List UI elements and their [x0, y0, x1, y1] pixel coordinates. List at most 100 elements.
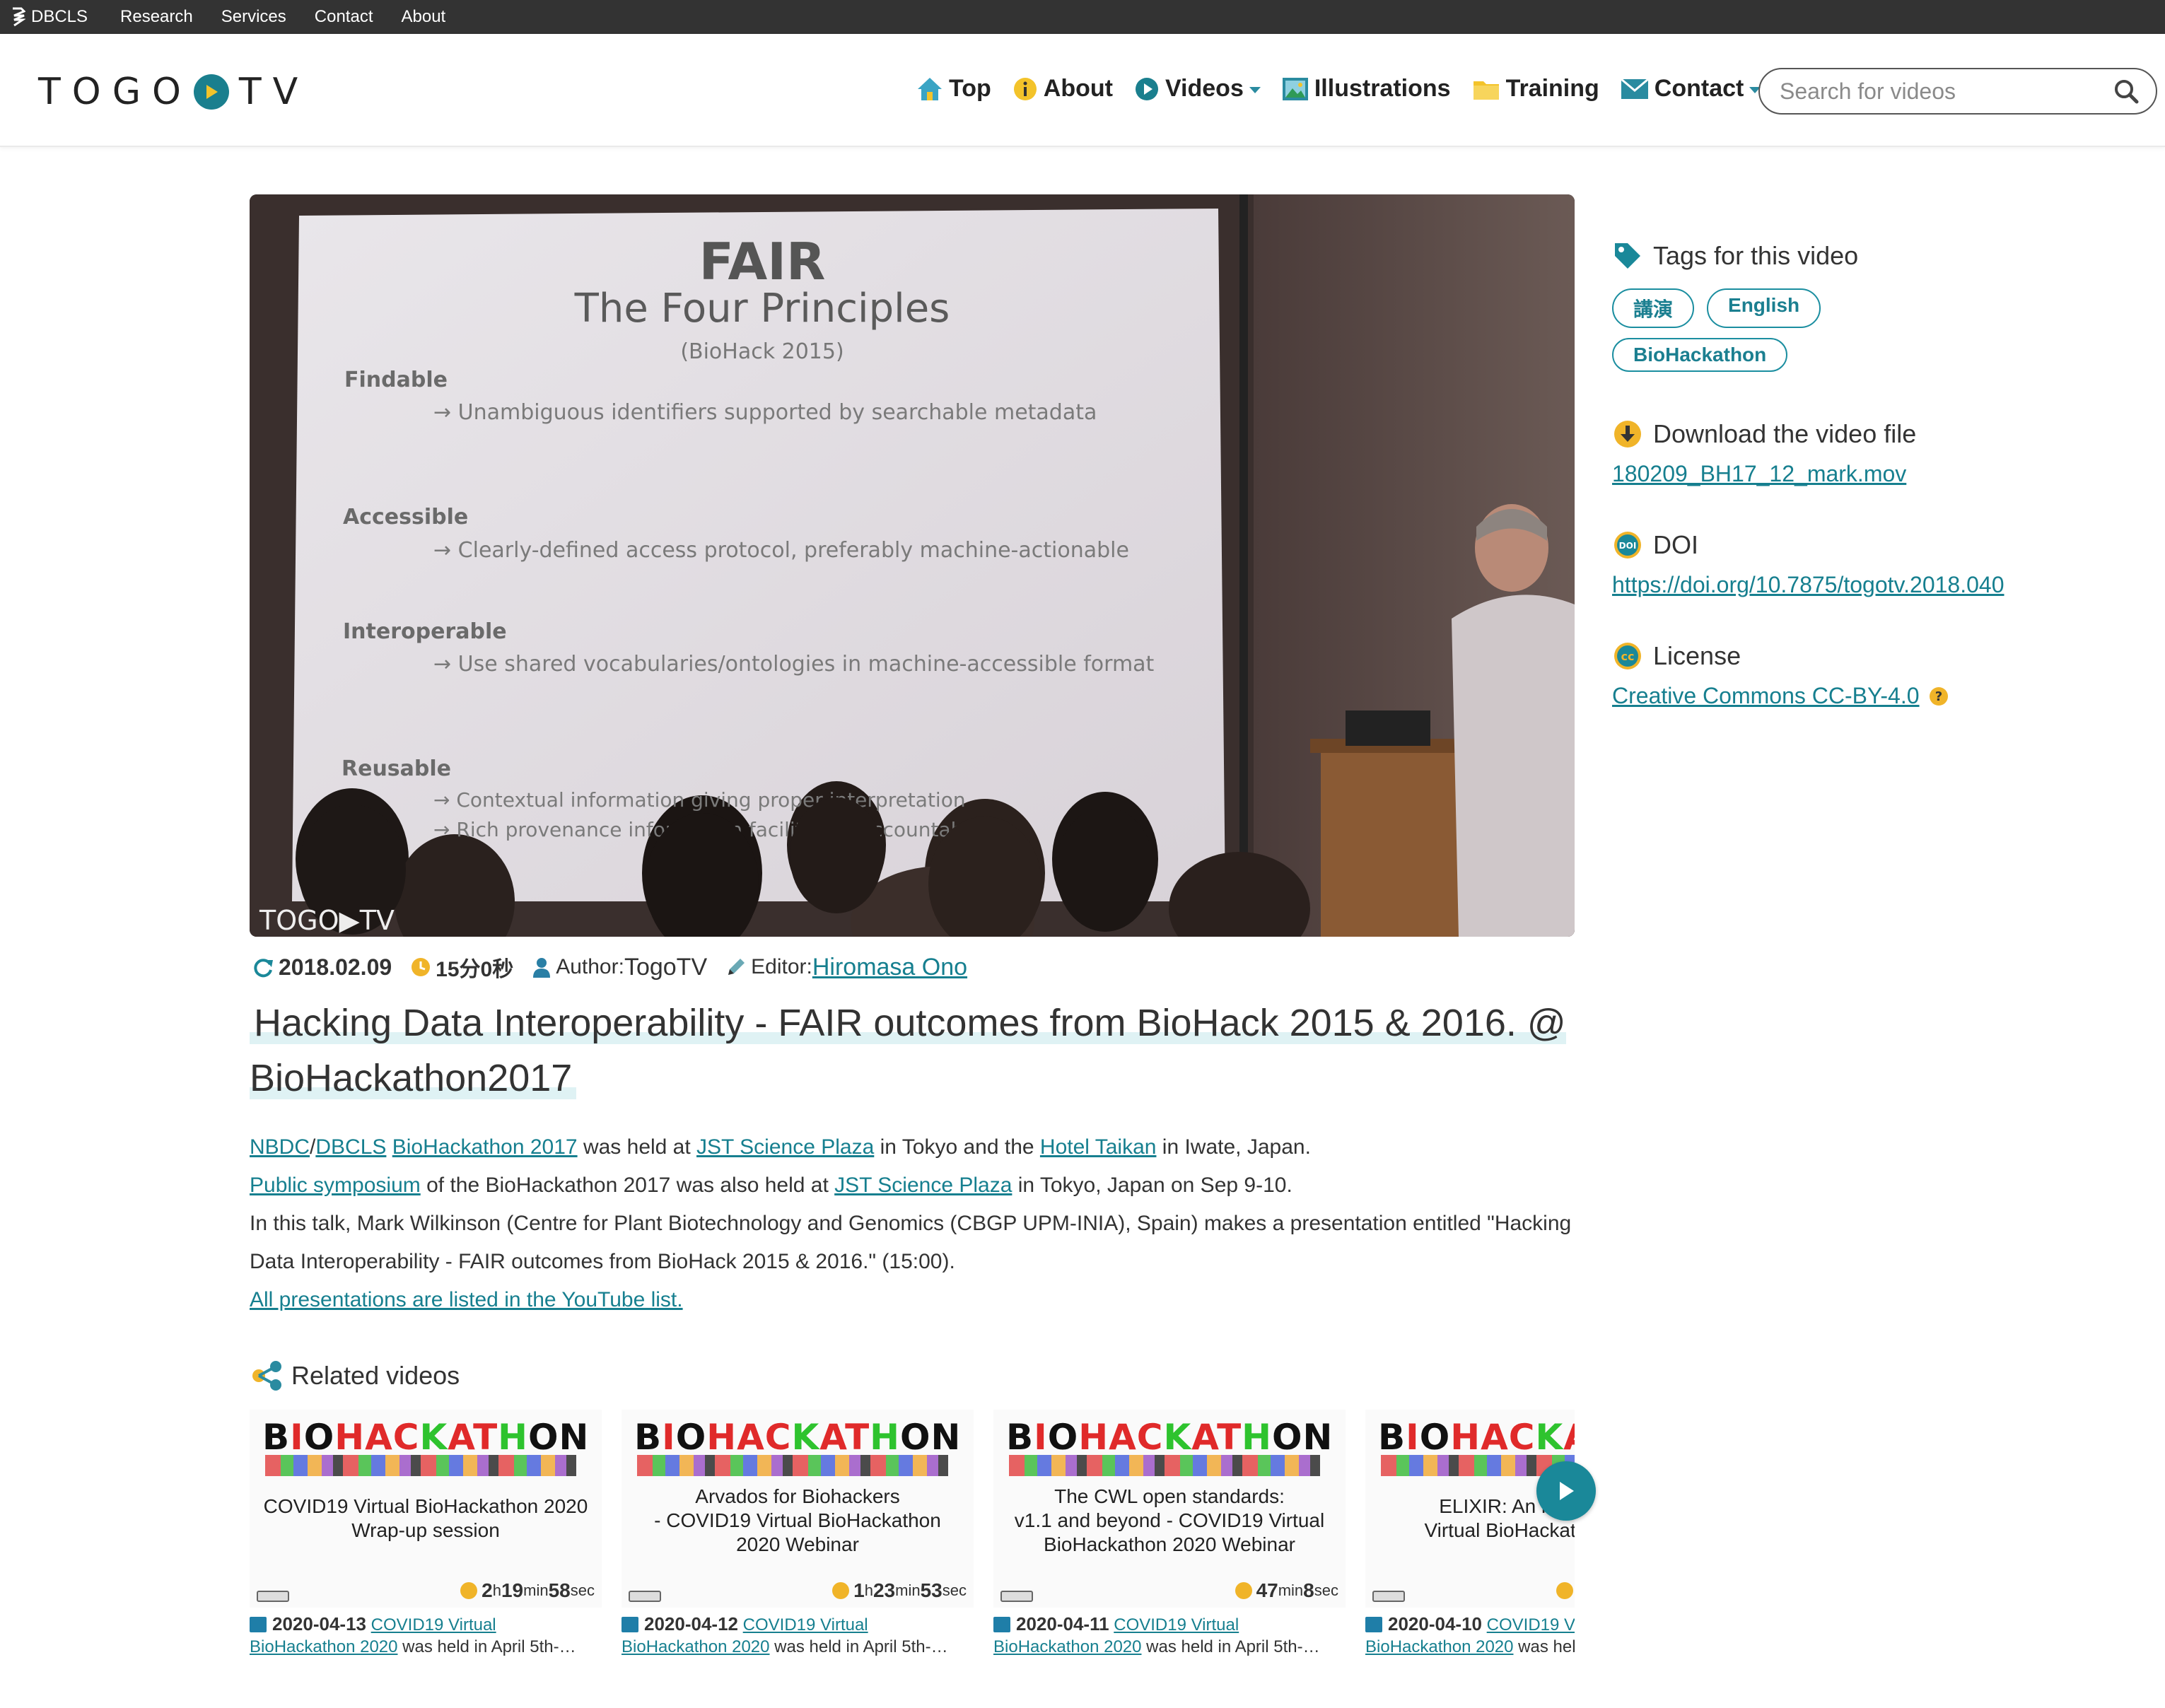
meta-author: Author: TogoTV	[532, 954, 707, 981]
related-summary: was held in April 5th-…	[1141, 1637, 1320, 1656]
togotv-logo[interactable]: TOGO TV	[38, 71, 309, 113]
topbar-about-link[interactable]: About	[402, 7, 446, 27]
slide-p1-name: Findable	[344, 368, 448, 392]
clock-icon	[1556, 1582, 1573, 1599]
nav-top-label: Top	[949, 75, 991, 102]
related-video-card[interactable]: BIOHACKATHON The CWL open standards: v1.…	[993, 1410, 1346, 1657]
caption-line: Arvados for Biohackers	[695, 1485, 900, 1507]
help-icon[interactable]: ?	[1928, 686, 1949, 707]
video-player[interactable]: FAIR The Four Principles (BioHack 2015) …	[250, 194, 1575, 937]
related-thumbnail[interactable]: BIOHACKATHON COVID19 Virtual BioHackatho…	[250, 1410, 602, 1608]
related-duration: 3	[1556, 1579, 1575, 1602]
related-event-link[interactable]: COVID19 V	[1487, 1615, 1575, 1634]
biohackathon-2017-link[interactable]: BioHackathon 2017	[392, 1135, 578, 1159]
cc-license-badge-icon	[629, 1591, 661, 1602]
slide-source: (BioHack 2015)	[680, 339, 844, 364]
license-heading-text: License	[1653, 641, 1741, 670]
desc-text-1: was held at	[577, 1135, 697, 1159]
slide-title: FAIR	[699, 232, 826, 291]
refresh-icon	[254, 959, 273, 978]
doi-heading-text: DOI	[1653, 530, 1699, 559]
nav-about[interactable]: About	[1013, 75, 1113, 103]
video-sidebar: Tags for this video 講演 English BioHackat…	[1612, 240, 2149, 709]
biohackathon-logo: BIOHACKATHON	[634, 1417, 962, 1458]
dbcls-link[interactable]: DBCLS	[315, 1135, 386, 1159]
related-videos-title: Related videos	[291, 1361, 460, 1390]
public-symposium-link[interactable]: Public symposium	[250, 1174, 421, 1197]
related-date: 2020-04-11	[1016, 1613, 1109, 1634]
related-thumbnail[interactable]: BIOHACKATHON Arvados for Biohackers - CO…	[622, 1410, 974, 1608]
related-meta: 2020-04-13 COVID19 Virtual BioHackathon …	[250, 1613, 602, 1657]
play-circle-icon	[1135, 77, 1158, 100]
clock-icon	[460, 1582, 478, 1599]
download-icon	[1614, 421, 1641, 448]
related-thumbnail[interactable]: BIOHACKATHON The CWL open standards: v1.…	[993, 1410, 1346, 1608]
logo-play-icon	[193, 74, 229, 110]
related-event-link[interactable]: COVID19 Virtual	[371, 1615, 496, 1634]
video-meta: 2018.02.09 15分0秒 Author: TogoTV Editor: …	[252, 952, 986, 983]
nbdc-link[interactable]: NBDC	[250, 1135, 310, 1159]
editor-link[interactable]: Hiromasa Ono	[812, 954, 967, 981]
hotel-taikan-link[interactable]: Hotel Taikan	[1040, 1135, 1157, 1159]
video-description: NBDC/DBCLS BioHackathon 2017 was held at…	[250, 1128, 1579, 1319]
dur-seconds: 8	[1303, 1579, 1314, 1601]
tag-english[interactable]: English	[1707, 288, 1821, 328]
related-event-link-2[interactable]: BioHackathon 2020	[993, 1637, 1141, 1656]
nav-training[interactable]: Training	[1472, 75, 1599, 103]
envelope-icon	[1620, 78, 1649, 99]
related-event-link[interactable]: COVID19 Virtual	[743, 1615, 868, 1634]
svg-text:?: ?	[1935, 689, 1942, 704]
video-title: Hacking Data Interoperability - FAIR out…	[250, 995, 1572, 1106]
related-event-link-2[interactable]: BioHackathon 2020	[1365, 1637, 1513, 1656]
license-link[interactable]: Creative Commons CC-BY-4.0	[1612, 683, 1920, 709]
related-event-link[interactable]: COVID19 Virtual	[1114, 1615, 1239, 1634]
desc-text-3: in Iwate, Japan.	[1156, 1135, 1311, 1159]
download-section: Download the video file 180209_BH17_12_m…	[1612, 419, 2149, 487]
topbar-research-link[interactable]: Research	[120, 7, 193, 27]
related-event-link-2[interactable]: BioHackathon 2020	[622, 1637, 769, 1656]
topbar-services-link[interactable]: Services	[221, 7, 286, 27]
nav-contact-label: Contact	[1654, 75, 1744, 102]
search-input[interactable]	[1780, 78, 2113, 105]
related-event-link-2[interactable]: BioHackathon 2020	[250, 1637, 397, 1656]
search-icon[interactable]	[2113, 78, 2139, 104]
cc-license-badge-icon	[1000, 1591, 1033, 1602]
related-summary: was held in April 5th-…	[397, 1637, 576, 1656]
related-summary: was held in April 5th-…	[769, 1637, 948, 1656]
tag-lecture[interactable]: 講演	[1612, 288, 1695, 328]
nav-contact[interactable]: Contact	[1620, 75, 1761, 103]
desc-line-3: In this talk, Mark Wilkinson (Centre for…	[250, 1212, 1572, 1273]
related-video-card[interactable]: BIOHACKATHON ELIXIR: An introduction Vir…	[1365, 1410, 1575, 1657]
carousel-next-button[interactable]	[1536, 1461, 1596, 1521]
nav-illustrations[interactable]: Illustrations	[1282, 75, 1451, 103]
caption-line: v1.1 and beyond - COVID19 Virtual	[1014, 1509, 1325, 1531]
slide-p4-name: Reusable	[342, 756, 451, 781]
download-file-link[interactable]: 180209_BH17_12_mark.mov	[1612, 461, 1906, 487]
doi-link[interactable]: https://doi.org/10.7875/togotv.2018.040	[1612, 572, 2004, 598]
nav-training-label: Training	[1505, 75, 1599, 102]
nav-top[interactable]: Top	[916, 75, 991, 103]
related-video-card[interactable]: BIOHACKATHON COVID19 Virtual BioHackatho…	[250, 1410, 602, 1657]
meta-date: 2018.02.09	[252, 954, 392, 981]
license-section: cc License Creative Commons CC-BY-4.0 ?	[1612, 640, 2149, 709]
caption-line: Wrap-up session	[351, 1519, 500, 1541]
nav-videos[interactable]: Videos	[1134, 75, 1261, 103]
tag-biohackathon[interactable]: BioHackathon	[1612, 338, 1788, 372]
jst-science-plaza-link[interactable]: JST Science Plaza	[696, 1135, 874, 1159]
tags-section: Tags for this video 講演 English BioHackat…	[1612, 240, 2149, 382]
jst-science-plaza-link-2[interactable]: JST Science Plaza	[834, 1174, 1012, 1197]
video-watermark: TOGO▶TV	[259, 905, 395, 936]
home-icon	[918, 77, 942, 100]
related-video-card[interactable]: BIOHACKATHON Arvados for Biohackers - CO…	[622, 1410, 974, 1657]
youtube-list-link[interactable]: All presentations are listed in the YouT…	[250, 1288, 683, 1311]
dbcls-logo-icon	[13, 7, 25, 27]
nav-about-label: About	[1043, 75, 1113, 102]
topbar-contact-link[interactable]: Contact	[315, 7, 373, 27]
dbcls-brand[interactable]: DBCLS	[11, 7, 88, 27]
video-duration: 15分0秒	[436, 958, 514, 981]
video-frame: FAIR The Four Principles (BioHack 2015) …	[250, 194, 1575, 937]
logo-text-right: TV	[238, 71, 310, 113]
author-name: TogoTV	[624, 953, 708, 981]
desc-line-1: NBDC/DBCLS BioHackathon 2017 was held at…	[250, 1128, 1579, 1166]
pencil-icon	[728, 959, 745, 975]
